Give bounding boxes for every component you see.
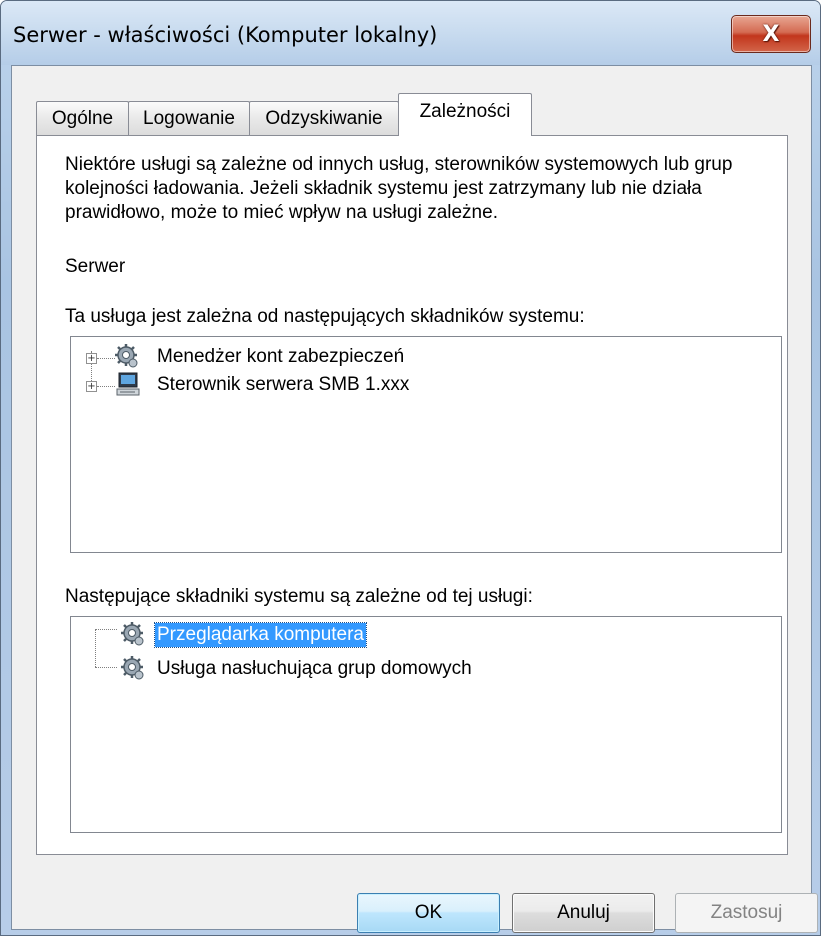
dependencies-panel: Niektóre usługi są zależne od innych usł… xyxy=(36,135,788,855)
cancel-button[interactable]: Anuluj xyxy=(512,893,655,933)
tree-line xyxy=(95,667,117,668)
tree-line xyxy=(97,386,115,387)
tree-line xyxy=(95,629,96,667)
tab-general[interactable]: Ogólne xyxy=(36,101,129,135)
tab-recovery[interactable]: Odzyskiwanie xyxy=(249,101,399,135)
service-name: Serwer xyxy=(65,256,126,277)
title-bar[interactable]: Serwer - właściwości (Komputer lokalny) … xyxy=(1,1,820,65)
gear-icon xyxy=(121,622,144,646)
depends-on-label: Ta usługa jest zależna od następujących … xyxy=(65,306,585,327)
tree-item-label[interactable]: Menedżer kont zabezpieczeń xyxy=(157,345,404,369)
close-icon: X xyxy=(762,21,780,47)
close-button[interactable]: X xyxy=(731,15,811,53)
expand-icon[interactable]: + xyxy=(86,381,97,392)
ok-button[interactable]: OK xyxy=(357,893,500,933)
depends-on-tree[interactable]: + Menedżer kont zabezpieczeń + Sterownik… xyxy=(70,336,782,553)
tree-item-label[interactable]: Sterownik serwera SMB 1.xxx xyxy=(157,373,409,397)
tree-line xyxy=(95,629,117,630)
tree-item-label-selected[interactable]: Przeglądarka komputera xyxy=(154,622,367,648)
tab-dependencies[interactable]: Zależności xyxy=(398,93,532,136)
apply-button[interactable]: Zastosuj xyxy=(675,893,818,933)
gear-icon xyxy=(115,344,138,368)
dependents-tree[interactable]: Przeglądarka komputera Usługa nasłuchują… xyxy=(70,616,782,833)
properties-dialog: Serwer - właściwości (Komputer lokalny) … xyxy=(0,0,821,936)
expand-icon[interactable]: + xyxy=(86,353,97,364)
tab-logon[interactable]: Logowanie xyxy=(128,101,250,135)
dialog-client-area: Ogólne Logowanie Odzyskiwanie Zależności… xyxy=(11,65,818,933)
dependents-label: Następujące składniki systemu są zależne… xyxy=(65,586,533,607)
window-title: Serwer - właściwości (Komputer lokalny) xyxy=(13,23,438,47)
computer-icon xyxy=(116,372,140,396)
gear-icon xyxy=(121,656,144,680)
intro-text: Niektóre usługi są zależne od innych usł… xyxy=(65,154,733,223)
tree-item-label[interactable]: Usługa nasłuchująca grup domowych xyxy=(157,657,472,681)
